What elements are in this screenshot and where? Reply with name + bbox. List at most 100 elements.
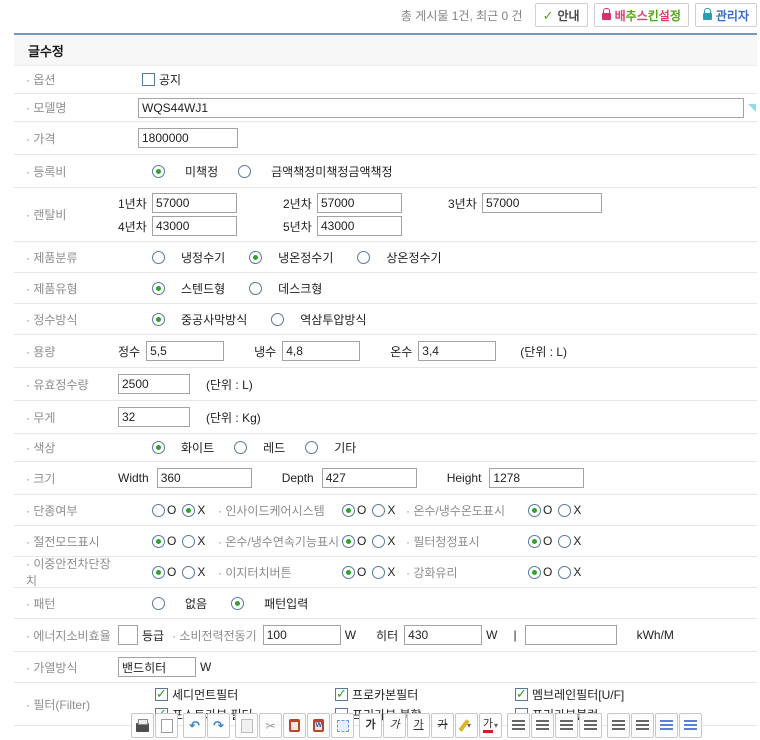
rental-year4-input[interactable] [152, 216, 237, 236]
row-label: · 정수방식 [14, 311, 118, 328]
radio-x[interactable] [182, 566, 195, 579]
rental-year3-input[interactable] [482, 193, 602, 213]
category-option-label: 냉정수기 [181, 249, 225, 266]
unordered-list-button[interactable] [631, 713, 654, 738]
ptype-radio-desk[interactable] [249, 282, 262, 295]
category-radio-coldhot[interactable] [249, 251, 262, 264]
row-label: · 제품분류 [14, 249, 118, 266]
undo-button[interactable]: ↶ [183, 713, 206, 738]
outdent-button[interactable] [655, 713, 678, 738]
radio-x[interactable] [372, 535, 385, 548]
size-depth-input[interactable] [322, 468, 417, 488]
redo-button[interactable]: ↷ [207, 713, 230, 738]
color-radio-other[interactable] [305, 441, 318, 454]
pattern-radio-none[interactable] [152, 597, 165, 610]
color-radio-white[interactable] [152, 441, 165, 454]
radio-o[interactable] [342, 566, 355, 579]
method-radio-reverse-osmosis[interactable] [271, 313, 284, 326]
skin-settings-button[interactable]: 배추스킨설정 [594, 3, 689, 27]
cut-icon: ✂ [265, 719, 275, 733]
align-right-button[interactable] [555, 713, 578, 738]
heater-power-input[interactable] [404, 625, 482, 645]
color-option-label: 레드 [263, 439, 285, 456]
radio-o[interactable] [528, 566, 541, 579]
admin-button[interactable]: 관리자 [695, 3, 757, 27]
underline-button[interactable]: 가 [407, 713, 430, 738]
align-center-button[interactable] [531, 713, 554, 738]
capacity-purified-input[interactable] [146, 341, 224, 361]
ordered-list-button[interactable] [607, 713, 630, 738]
ptype-radio-stand[interactable] [152, 282, 165, 295]
capacity-cold-input[interactable] [282, 341, 360, 361]
radio-o[interactable] [528, 504, 541, 517]
category-radio-cold[interactable] [152, 251, 165, 264]
new-document-button[interactable] [155, 713, 178, 738]
print-button[interactable] [131, 713, 154, 738]
row-weight: · 무게 (단위 : Kg) [14, 401, 757, 434]
color-radio-red[interactable] [234, 441, 247, 454]
pattern-radio-input[interactable] [231, 597, 244, 610]
row-label: · 단종여부 [14, 502, 118, 519]
radio-o[interactable] [152, 566, 165, 579]
radio-o[interactable] [528, 535, 541, 548]
align-left-button[interactable] [507, 713, 530, 738]
row-label: · 패턴 [14, 595, 118, 612]
highlight-color-button[interactable]: ▾ [455, 713, 478, 738]
copy-button[interactable] [235, 713, 258, 738]
radio-x[interactable] [182, 504, 195, 517]
paste-button[interactable] [283, 713, 306, 738]
discontinued-radio-group: OX [152, 503, 210, 517]
effective-unit-label: (단위 : L) [206, 376, 253, 393]
motor-power-input[interactable] [263, 625, 341, 645]
italic-button[interactable]: 가 [383, 713, 406, 738]
weight-input[interactable] [118, 407, 190, 427]
row-model-name: · 모델명 [14, 94, 757, 122]
membrane-filter-checkbox[interactable] [515, 688, 528, 701]
radio-o[interactable] [152, 535, 165, 548]
regfee-radio-amount[interactable] [238, 165, 251, 178]
radio-o[interactable] [342, 535, 355, 548]
energy-grade-input[interactable] [118, 625, 138, 645]
radio-x[interactable] [182, 535, 195, 548]
cut-button[interactable]: ✂ [259, 713, 282, 738]
radio-x[interactable] [372, 566, 385, 579]
regfee-radio-unset[interactable] [152, 165, 165, 178]
select-all-button[interactable] [331, 713, 354, 738]
price-input[interactable] [138, 128, 238, 148]
rental-year5-input[interactable] [317, 216, 402, 236]
sediment-filter-checkbox[interactable] [155, 688, 168, 701]
capacity-hot-input[interactable] [418, 341, 496, 361]
row-product-category: · 제품분류 냉정수기 냉온정수기 상온정수기 [14, 242, 757, 273]
strikethrough-button[interactable]: 가 [431, 713, 454, 738]
pro-carbon-filter-checkbox[interactable] [335, 688, 348, 701]
energy-kwh-input[interactable] [525, 625, 617, 645]
rental-year2-input[interactable] [317, 193, 402, 213]
rental-year-label: 2년차 [283, 195, 317, 212]
notice-checkbox[interactable] [142, 73, 155, 86]
toolbar-group-list [607, 713, 702, 738]
radio-x[interactable] [558, 504, 571, 517]
toolbar-group-file [131, 713, 178, 738]
row-label: · 이중안전차단장치 [14, 555, 118, 589]
font-color-button[interactable]: 가▾ [479, 713, 502, 738]
radio-o[interactable] [152, 504, 165, 517]
radio-x[interactable] [372, 504, 385, 517]
model-name-input[interactable] [138, 98, 744, 118]
rental-year1-input[interactable] [152, 193, 237, 213]
indent-button[interactable] [679, 713, 702, 738]
radio-x[interactable] [558, 535, 571, 548]
bold-button[interactable]: 가 [359, 713, 382, 738]
size-height-input[interactable] [489, 468, 584, 488]
radio-x[interactable] [558, 566, 571, 579]
size-width-input[interactable] [157, 468, 252, 488]
heating-method-input[interactable] [118, 657, 196, 677]
align-center-icon [536, 720, 549, 731]
strikethrough-icon: 가 [437, 720, 447, 731]
notice-button[interactable]: ✓ 안내 [535, 3, 588, 27]
paste-word-button[interactable] [307, 713, 330, 738]
method-radio-hollow-fiber[interactable] [152, 313, 165, 326]
align-justify-button[interactable] [579, 713, 602, 738]
radio-o[interactable] [342, 504, 355, 517]
effective-capacity-input[interactable] [118, 374, 190, 394]
category-radio-room[interactable] [357, 251, 370, 264]
